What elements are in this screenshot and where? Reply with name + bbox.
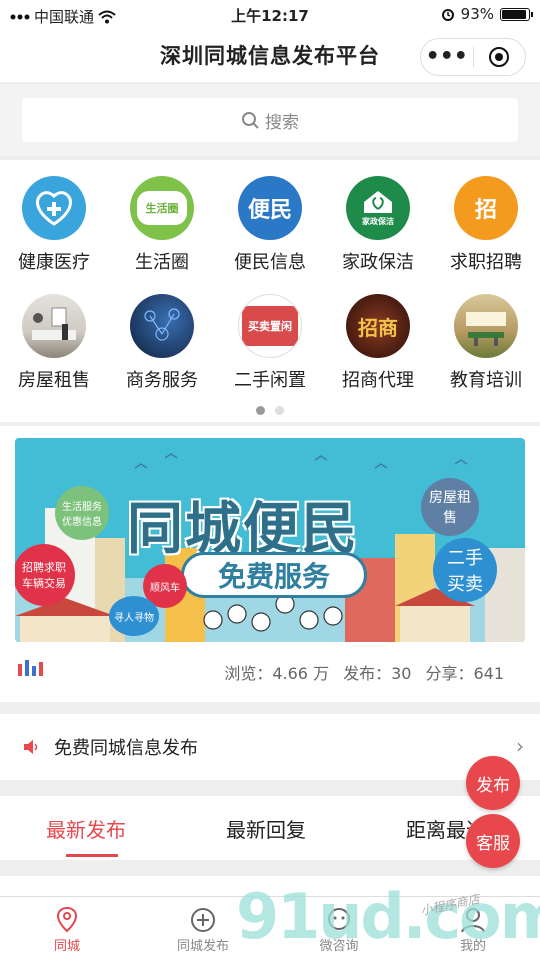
category-secondhand[interactable]: 买卖置闲 二手闲置: [216, 294, 324, 392]
bubble-secondhand: 二手买卖: [433, 538, 497, 602]
life-circle-badge: 生活圈: [137, 191, 187, 225]
investment-icon: 招商: [346, 294, 410, 358]
convenience-badge: 便民: [247, 198, 292, 223]
stats-row: 浏览：4.66 万 发布：30 分享：641: [0, 658, 540, 688]
shares-count: 分享：641: [425, 664, 504, 683]
status-right: 93%: [441, 5, 533, 23]
page-dot[interactable]: [275, 406, 284, 415]
tabbar-label: 同城: [53, 939, 80, 954]
alarm-icon: [441, 9, 454, 21]
feed-tabs: 最新发布 最新回复 距离最近: [0, 796, 540, 860]
user-icon: [461, 908, 485, 933]
category-label: 家政保洁: [342, 252, 414, 273]
miniprogram-capsule: •••: [420, 38, 526, 76]
close-button[interactable]: [474, 46, 526, 68]
publish-fab[interactable]: 发布: [466, 756, 520, 810]
category-label: 求职招聘: [450, 252, 522, 273]
promo-banner[interactable]: 同城便民 免费服务 生活服务优惠信息 招聘求职车辆交易 顺风车 寻人寻物 房屋租…: [15, 438, 525, 642]
tabbar-label: 我的: [459, 939, 486, 954]
category-health[interactable]: 健康医疗: [0, 176, 108, 274]
bubble-life-service: 生活服务优惠信息: [55, 486, 109, 540]
status-bar: 中国联通 上午12:17 93%: [0, 0, 540, 30]
category-education[interactable]: 教育培训: [432, 294, 540, 392]
location-pin-icon: [56, 906, 78, 933]
education-icon: [454, 294, 518, 358]
category-label: 商务服务: [126, 370, 198, 391]
secondhand-badge: 买卖置闲: [242, 306, 298, 346]
battery-icon: [500, 7, 533, 21]
life-circle-icon: 生活圈: [130, 176, 194, 240]
category-label: 二手闲置: [234, 370, 306, 391]
category-label: 生活圈: [135, 252, 189, 273]
target-icon: [489, 47, 510, 67]
category-label: 便民信息: [234, 252, 306, 273]
bubble-lost-found: 寻人寻物: [109, 596, 159, 636]
plus-circle-icon: [191, 908, 215, 932]
bar-chart-icon: [18, 660, 43, 676]
investment-badge: 招商: [358, 315, 398, 340]
chat-icon: [328, 908, 350, 930]
tabbar-label: 同城发布: [176, 939, 229, 954]
housekeeping-icon: 家政保洁: [346, 176, 410, 240]
tab-latest-replies[interactable]: 最新回复: [226, 814, 306, 843]
secondhand-icon: 买卖置闲: [238, 294, 302, 358]
tab-latest-posts[interactable]: 最新发布: [46, 814, 126, 843]
bubble-house-rent: 房屋租售: [421, 478, 479, 536]
tabbar-city[interactable]: 同城: [22, 905, 112, 954]
category-business[interactable]: 商务服务: [108, 294, 216, 392]
category-job[interactable]: 招 求职招聘: [432, 176, 540, 274]
category-grid: 健康医疗 生活圈 生活圈 便民 便民信息 家政保洁 家政保洁 招 求职招聘 房屋…: [0, 160, 540, 422]
banner-subtitle: 免费服务: [181, 552, 367, 598]
views-count: 浏览：4.66 万: [224, 664, 330, 683]
search-placeholder: 搜索: [265, 112, 299, 133]
category-label: 房屋租售: [18, 370, 90, 391]
house-icon: [22, 294, 86, 358]
chevron-right-icon: ›: [516, 734, 524, 758]
notice-text: 免费同城信息发布: [54, 738, 198, 759]
battery-percent: 93%: [460, 5, 494, 23]
search-input[interactable]: 搜索: [22, 98, 518, 142]
customer-service-fab[interactable]: 客服: [466, 814, 520, 868]
tabbar-publish[interactable]: 同城发布: [158, 905, 248, 954]
job-icon: 招: [454, 176, 518, 240]
category-label: 招商代理: [342, 370, 414, 391]
job-badge: 招: [474, 198, 497, 223]
search-section: 搜索: [0, 84, 540, 156]
housekeeping-badge: 家政保洁: [362, 217, 394, 226]
category-life-circle[interactable]: 生活圈 生活圈: [108, 176, 216, 274]
category-convenience[interactable]: 便民 便民信息: [216, 176, 324, 274]
business-icon: [130, 294, 194, 358]
tab-underline: [66, 854, 118, 857]
tabbar-consult[interactable]: 微咨询: [294, 905, 384, 954]
more-button[interactable]: •••: [421, 46, 473, 68]
category-investment[interactable]: 招商 招商代理: [324, 294, 432, 392]
tabbar-label: 微咨询: [319, 939, 359, 954]
category-house[interactable]: 房屋租售: [0, 294, 108, 392]
page-dot-active[interactable]: [256, 406, 265, 415]
nav-bar: 深圳同城信息发布平台 •••: [0, 30, 540, 82]
health-icon: [22, 176, 86, 240]
category-label: 教育培训: [450, 370, 522, 391]
banner-card: 同城便民 免费服务 生活服务优惠信息 招聘求职车辆交易 顺风车 寻人寻物 房屋租…: [0, 426, 540, 702]
stats-values: 浏览：4.66 万 发布：30 分享：641: [224, 660, 504, 684]
notice-bar[interactable]: 免费同城信息发布 ›: [0, 714, 540, 780]
search-icon: [242, 112, 259, 129]
bubble-job-car: 招聘求职车辆交易: [15, 544, 75, 606]
convenience-icon: 便民: [238, 176, 302, 240]
category-label: 健康医疗: [18, 252, 90, 273]
posts-count: 发布：30: [343, 664, 412, 683]
speaker-icon: [24, 740, 38, 754]
category-housekeeping[interactable]: 家政保洁 家政保洁: [324, 176, 432, 274]
page-indicator: [0, 406, 540, 415]
